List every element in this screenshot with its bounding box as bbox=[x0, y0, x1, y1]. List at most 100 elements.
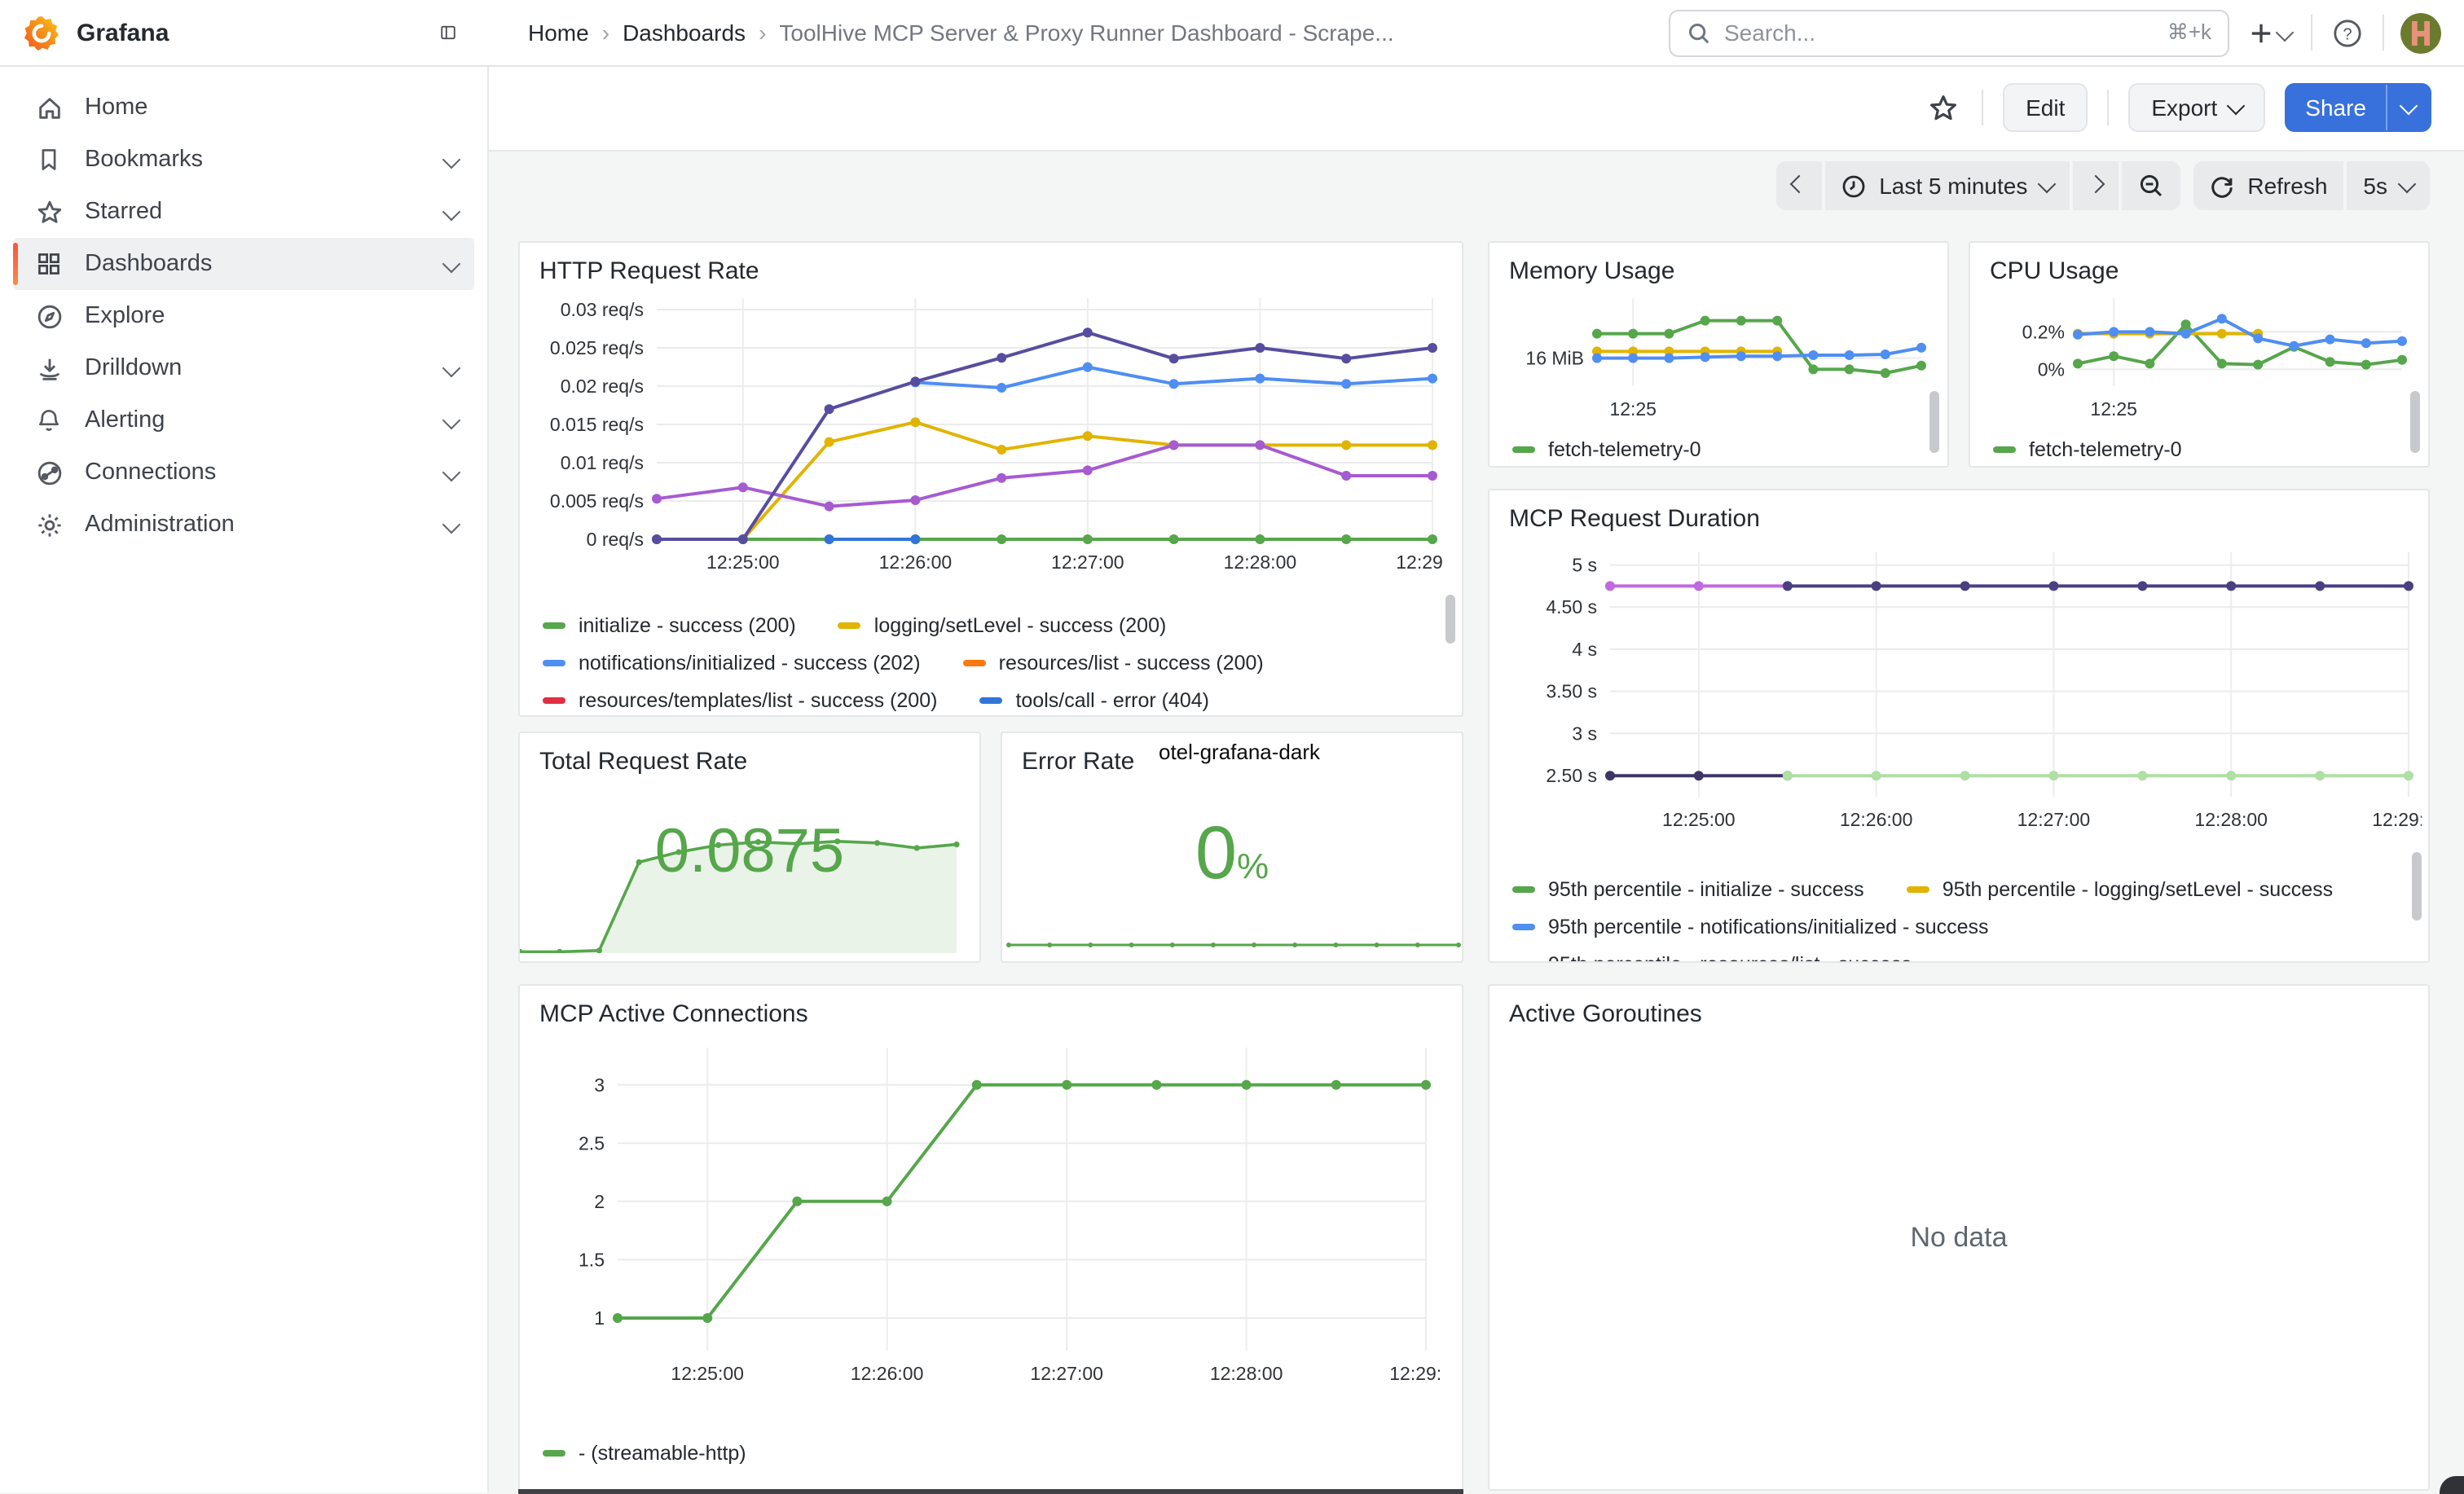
legend-item[interactable]: 95th percentile - resources/list - succe… bbox=[1512, 952, 1912, 963]
panel-mcp-active-connections[interactable]: MCP Active Connections 11.522.5312:25:00… bbox=[518, 984, 1463, 1491]
sidebar-item-starred[interactable]: Starred bbox=[13, 186, 474, 238]
sidebar: Home Bookmarks Starred Dashbo bbox=[0, 65, 489, 1492]
panel-memory-usage[interactable]: Memory Usage 16 MiB12:25 fetch-telemetry… bbox=[1488, 241, 1949, 468]
panel-total-request-rate[interactable]: Total Request Rate 0.0875 bbox=[518, 732, 981, 963]
legend-item[interactable]: - (streamable-http) bbox=[543, 1442, 746, 1465]
clock-icon bbox=[1841, 174, 1866, 198]
sidebar-toggle-icon[interactable] bbox=[430, 15, 466, 51]
legend-item[interactable]: resources/list - success (200) bbox=[963, 651, 1264, 674]
svg-text:?: ? bbox=[2343, 25, 2352, 43]
search-shortcut: ⌘+k bbox=[2167, 20, 2211, 46]
svg-text:0.03 req/s: 0.03 req/s bbox=[561, 299, 644, 320]
legend-item[interactable]: logging/setLevel - success (200) bbox=[838, 613, 1167, 636]
sidebar-item-explore[interactable]: Explore bbox=[13, 290, 474, 342]
dashboard-grid: Last 5 minutes Refresh bbox=[489, 152, 2464, 1494]
http-request-rate-chart: 0 req/s0.005 req/s0.01 req/s0.015 req/s0… bbox=[536, 288, 1462, 600]
cursor-artifact bbox=[2440, 1476, 2464, 1494]
share-caret-button[interactable] bbox=[2386, 85, 2430, 130]
export-button[interactable]: Export bbox=[2128, 83, 2264, 132]
svg-text:12:25:00: 12:25:00 bbox=[671, 1363, 744, 1384]
sidebar-item-administration[interactable]: Administration bbox=[13, 499, 474, 551]
legend-item[interactable]: notifications/initialized - success (202… bbox=[543, 651, 921, 674]
add-button[interactable] bbox=[2246, 17, 2295, 48]
zoom-out-button[interactable] bbox=[2122, 161, 2180, 210]
panel-active-goroutines[interactable]: Active Goroutines No data bbox=[1488, 984, 2430, 1491]
bell-icon bbox=[33, 407, 65, 433]
refresh-interval-label: 5s bbox=[2363, 173, 2387, 199]
svg-text:12:25: 12:25 bbox=[1609, 398, 1657, 420]
panel-title: Error Rate bbox=[1002, 733, 1154, 779]
legend-scrollbar[interactable] bbox=[2410, 391, 2420, 453]
svg-text:12:29:00: 12:29:00 bbox=[1389, 1363, 1442, 1384]
sidebar-item-connections[interactable]: Connections bbox=[13, 446, 474, 499]
svg-text:2.5: 2.5 bbox=[579, 1132, 605, 1153]
cpu-usage-chart: 0.2%0%12:25 bbox=[1987, 288, 2428, 433]
sidebar-item-drilldown[interactable]: Drilldown bbox=[13, 342, 474, 394]
error-rate-unit: % bbox=[1237, 846, 1269, 886]
breadcrumb-separator: › bbox=[602, 20, 609, 46]
svg-text:0.2%: 0.2% bbox=[2022, 321, 2065, 342]
divider bbox=[1982, 90, 1983, 125]
legend-item[interactable]: 95th percentile - logging/setLevel - suc… bbox=[1907, 877, 2333, 900]
legend-item[interactable]: resources/templates/list - success (200) bbox=[543, 688, 937, 711]
export-label: Export bbox=[2151, 94, 2217, 121]
panel-http-request-rate[interactable]: HTTP Request Rate 0 req/s0.005 req/s0.01… bbox=[518, 241, 1463, 717]
sidebar-item-label: Administration bbox=[85, 512, 445, 538]
svg-text:12:26:00: 12:26:00 bbox=[851, 1363, 924, 1384]
legend-item[interactable]: tools/call - error (404) bbox=[979, 688, 1209, 711]
edit-label: Edit bbox=[2026, 94, 2065, 121]
time-range-picker[interactable]: Last 5 minutes bbox=[1825, 161, 2070, 210]
time-shift-back-button[interactable] bbox=[1776, 161, 1822, 210]
sidebar-item-home[interactable]: Home bbox=[13, 81, 474, 134]
refresh-interval-picker[interactable]: 5s bbox=[2347, 161, 2430, 210]
search-input[interactable]: Search... ⌘+k bbox=[1669, 9, 2229, 56]
refresh-group: Refresh 5s bbox=[2193, 161, 2430, 210]
legend-item[interactable]: 95th percentile - notifications/initiali… bbox=[1512, 915, 1989, 938]
breadcrumb-dashboards[interactable]: Dashboards bbox=[623, 20, 746, 46]
share-label: Share bbox=[2286, 85, 2386, 130]
breadcrumb-home[interactable]: Home bbox=[528, 20, 589, 46]
legend-item[interactable]: initialize - success (200) bbox=[543, 613, 796, 636]
dashboards-icon bbox=[33, 251, 65, 277]
favorite-star-button[interactable] bbox=[1925, 89, 1962, 126]
user-avatar[interactable] bbox=[2400, 12, 2441, 53]
legend-item[interactable]: 95th percentile - initialize - success bbox=[1512, 877, 1864, 900]
dashboard-toolbar: Edit Export Share bbox=[489, 65, 2464, 152]
share-button[interactable]: Share bbox=[2284, 83, 2431, 132]
sidebar-item-dashboards[interactable]: Dashboards bbox=[13, 238, 474, 290]
svg-text:3: 3 bbox=[594, 1074, 605, 1096]
chevron-down-icon bbox=[2226, 96, 2245, 115]
svg-text:4 s: 4 s bbox=[1572, 639, 1597, 660]
error-rate-number: 0 bbox=[1195, 810, 1237, 894]
compass-icon bbox=[33, 302, 65, 330]
svg-text:1: 1 bbox=[594, 1307, 605, 1329]
help-button[interactable]: ? bbox=[2329, 14, 2366, 51]
refresh-icon bbox=[2210, 174, 2234, 198]
panel-title: CPU Usage bbox=[1970, 243, 2428, 288]
legend-item[interactable]: fetch-telemetry-0 bbox=[1993, 438, 2182, 461]
divider bbox=[2383, 15, 2384, 51]
time-shift-forward-button[interactable] bbox=[2073, 161, 2119, 210]
legend-scrollbar[interactable] bbox=[1929, 391, 1939, 453]
mcp-request-duration-chart: 2.50 s3 s3.50 s4 s4.50 s5 s12:25:0012:26… bbox=[1506, 536, 2428, 863]
panel-mcp-request-duration[interactable]: MCP Request Duration 2.50 s3 s3.50 s4 s4… bbox=[1488, 489, 2430, 963]
panel-cpu-usage[interactable]: CPU Usage 0.2%0%12:25 fetch-telemetry-0 bbox=[1969, 241, 2430, 468]
edit-button[interactable]: Edit bbox=[2003, 83, 2088, 132]
legend-scrollbar[interactable] bbox=[1445, 595, 1455, 644]
refresh-label: Refresh bbox=[2247, 173, 2327, 199]
grafana-logo bbox=[23, 14, 60, 51]
svg-text:12:28:00: 12:28:00 bbox=[2194, 809, 2268, 830]
nav-left: Grafana bbox=[0, 14, 489, 51]
legend-item[interactable]: fetch-telemetry-0 bbox=[1512, 438, 1701, 461]
chevron-down-icon bbox=[442, 151, 461, 169]
legend-scrollbar[interactable] bbox=[2412, 852, 2422, 921]
sidebar-item-alerting[interactable]: Alerting bbox=[13, 394, 474, 446]
chevron-down-icon bbox=[442, 255, 461, 274]
refresh-button[interactable]: Refresh bbox=[2193, 161, 2343, 210]
total-request-rate-value: 0.0875 bbox=[520, 818, 979, 888]
panel-error-rate[interactable]: Error Rate otel-grafana-dark 0% bbox=[1001, 732, 1463, 963]
sidebar-item-bookmarks[interactable]: Bookmarks bbox=[13, 134, 474, 186]
time-controls: Last 5 minutes Refresh bbox=[1776, 161, 2430, 210]
next-row-panel-edge bbox=[518, 1489, 1463, 1494]
svg-text:12:26:00: 12:26:00 bbox=[1840, 809, 1913, 830]
